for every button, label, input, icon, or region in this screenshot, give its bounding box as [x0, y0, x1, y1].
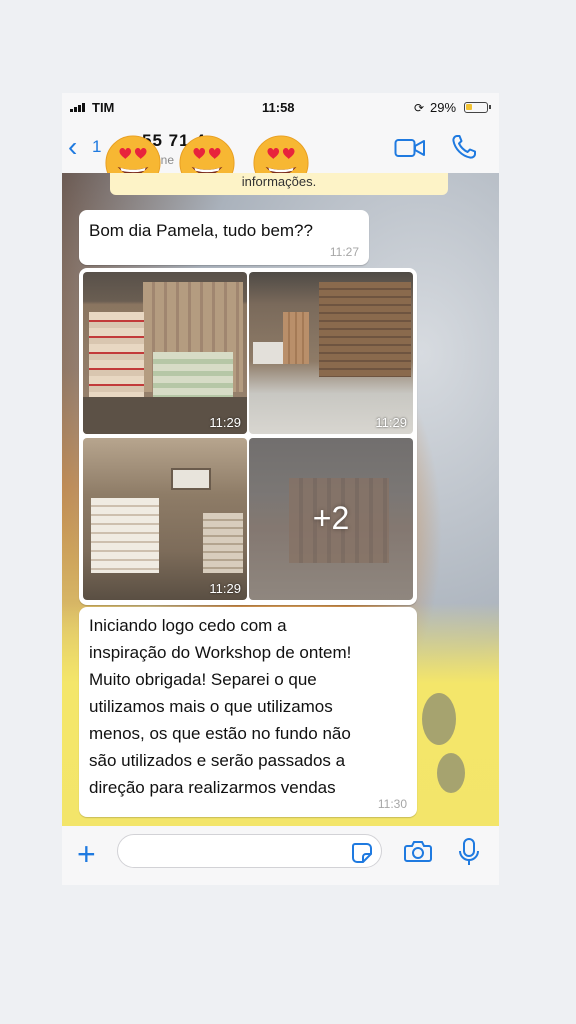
message-bubble[interactable]: Iniciando logo cedo com a inspiração do …	[79, 607, 417, 817]
album-photo[interactable]: 11:29	[83, 438, 247, 600]
photo-time: 11:29	[209, 581, 241, 596]
phone-icon[interactable]	[450, 133, 478, 161]
message-input-bar: +	[62, 826, 499, 885]
info-banner: informações.	[110, 173, 448, 195]
battery-level	[466, 104, 472, 110]
status-time: 11:58	[262, 100, 295, 115]
plus-icon[interactable]: +	[77, 838, 96, 870]
back-unread-count[interactable]: 1	[92, 137, 101, 157]
photo-album-bubble[interactable]: 11:29 11:29 11:29 +2	[79, 268, 417, 605]
chat-header: ‹ 1 55 71 4 online	[62, 123, 499, 191]
album-photo[interactable]: 11:29	[83, 272, 247, 434]
signal-icon	[70, 103, 85, 112]
chevron-left-icon[interactable]: ‹	[68, 133, 77, 161]
message-bubble[interactable]: Bom dia Pamela, tudo bem?? 11:27	[79, 210, 369, 265]
info-banner-text: informações.	[241, 174, 317, 189]
message-text: Bom dia Pamela, tudo bem??	[89, 221, 313, 240]
message-text: Iniciando logo cedo com a inspiração do …	[89, 616, 352, 797]
video-camera-icon[interactable]	[394, 137, 426, 159]
battery-icon	[464, 102, 491, 113]
chat-area[interactable]: informações. Bom dia Pamela, tudo bem?? …	[62, 173, 499, 826]
message-input[interactable]	[117, 834, 382, 868]
message-time: 11:27	[329, 245, 359, 259]
battery-percent: 29%	[430, 100, 457, 115]
photo-time: 11:29	[375, 415, 407, 430]
carrier-name: TIM	[92, 100, 115, 115]
camera-icon[interactable]	[404, 839, 432, 863]
message-time: 11:30	[377, 797, 407, 811]
album-more-photos[interactable]: +2	[249, 438, 413, 600]
album-photo[interactable]: 11:29	[249, 272, 413, 434]
rotation-lock-icon: ⟳	[414, 101, 425, 115]
microphone-icon[interactable]	[458, 837, 480, 867]
photo-time: 11:29	[209, 415, 241, 430]
status-bar: TIM 11:58 ⟳ 29%	[62, 93, 499, 123]
whatsapp-chat-screen: TIM 11:58 ⟳ 29% ‹ 1 55 71 4 online	[62, 93, 499, 885]
sticker-icon[interactable]	[351, 842, 373, 864]
more-photos-count: +2	[312, 500, 350, 536]
